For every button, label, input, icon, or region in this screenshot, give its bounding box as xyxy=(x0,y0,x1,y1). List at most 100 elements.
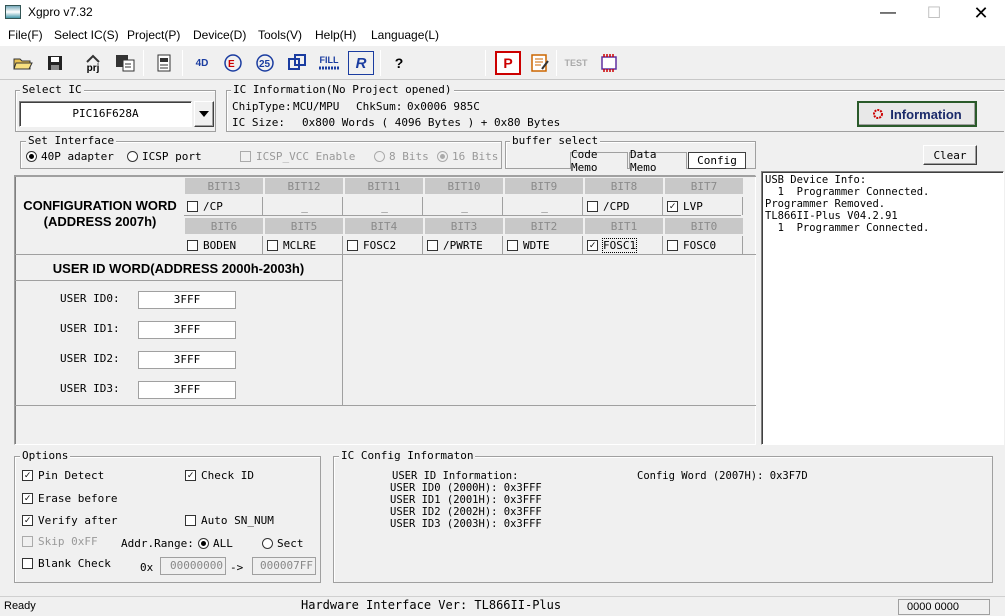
erase-icon[interactable]: E xyxy=(220,51,246,75)
bit-checkbox[interactable]: FOSC0 xyxy=(664,236,743,254)
bit-label: /CPD xyxy=(603,199,630,213)
bit-label: _ xyxy=(381,199,388,213)
log-panel[interactable]: USB Device Info: 1 Programmer Connected.… xyxy=(761,171,1004,445)
tab-code-memo[interactable]: Code Memo xyxy=(570,148,628,174)
menu-help[interactable]: Help(H) xyxy=(315,28,356,42)
row-divider xyxy=(184,215,741,216)
skip-ff-checkbox[interactable]: Skip 0xFF xyxy=(22,535,98,548)
test-label: TEST xyxy=(564,58,588,68)
all-radio[interactable]: ALL xyxy=(198,537,233,550)
skip-ff-label: Skip 0xFF xyxy=(38,535,98,548)
open-icon[interactable] xyxy=(10,51,36,75)
blank-check-checkbox[interactable]: Blank Check xyxy=(22,557,111,570)
bit-checkbox[interactable]: WDTE xyxy=(504,236,583,254)
bit-label: /CP xyxy=(203,199,223,213)
bit-label: _ xyxy=(301,199,308,213)
user-id0-input[interactable]: 3FFF xyxy=(138,291,236,309)
bit-checkbox[interactable]: BODEN xyxy=(184,236,263,254)
sect-radio[interactable]: Sect xyxy=(262,537,304,550)
ic-name-field[interactable]: PIC16F628A xyxy=(19,101,192,127)
pin-detect-label: Pin Detect xyxy=(38,469,105,482)
blank-check-icon[interactable] xyxy=(284,51,310,75)
maximize-button[interactable]: ☐ xyxy=(911,0,957,26)
fill-icon[interactable]: FILL xyxy=(316,51,342,75)
save-project-icon[interactable] xyxy=(112,51,138,75)
bit-unused: _ xyxy=(344,197,423,215)
bit-checkbox[interactable]: /CPD xyxy=(584,197,663,215)
project-icon[interactable]: prj xyxy=(80,51,106,75)
size-value: 0x800 Words ( 4096 Bytes ) + 0x80 Bytes xyxy=(302,116,561,129)
40p-adapter-label: 40P adapter xyxy=(41,150,114,163)
row-divider xyxy=(15,280,342,281)
edit-icon[interactable] xyxy=(527,51,553,75)
read-icon[interactable]: 4D xyxy=(189,51,215,75)
menu-tools[interactable]: Tools(V) xyxy=(258,28,302,42)
svg-text:E: E xyxy=(228,59,235,70)
checkbox-icon xyxy=(187,239,198,251)
icsp-vcc-checkbox[interactable]: ICSP_VCC Enable xyxy=(240,150,355,163)
bit-checkbox[interactable]: ✓ LVP xyxy=(664,197,743,215)
40p-adapter-radio[interactable]: 40P adapter xyxy=(26,150,114,163)
close-button[interactable]: ✕ xyxy=(958,0,1004,26)
radio-icon xyxy=(374,151,385,162)
user-id3-input[interactable]: 3FFF xyxy=(138,381,236,399)
auto-sn-checkbox[interactable]: Auto SN_NUM xyxy=(185,514,274,527)
ic-config-title: IC Config Informaton xyxy=(339,449,476,462)
bit-checkbox[interactable]: /CP xyxy=(184,197,263,215)
menu-select-ic[interactable]: Select IC(S) xyxy=(54,28,119,42)
bit-checkbox[interactable]: MCLRE xyxy=(264,236,343,254)
program-icon[interactable]: P xyxy=(495,51,521,75)
information-button[interactable]: Information xyxy=(857,101,977,127)
radio-icon xyxy=(437,151,448,162)
bit-checkbox[interactable]: ✓ FOSC1 xyxy=(584,236,663,254)
bit-header: BIT0 xyxy=(665,218,743,234)
minimize-button[interactable]: — xyxy=(865,0,911,26)
set-interface-title: Set Interface xyxy=(26,134,117,147)
menu-file[interactable]: File(F) xyxy=(8,28,43,42)
menu-project[interactable]: Project(P) xyxy=(127,28,180,42)
verify-after-checkbox[interactable]: ✓ Verify after xyxy=(22,514,117,527)
test-icon[interactable]: TEST xyxy=(563,51,589,75)
menu-device[interactable]: Device(D) xyxy=(193,28,246,42)
bit-label: FOSC1 xyxy=(601,237,638,253)
p-label: P xyxy=(503,55,513,71)
bit-checkbox[interactable]: FOSC2 xyxy=(344,236,423,254)
uid-info-header: USER ID Information: xyxy=(392,470,519,482)
tab-config[interactable]: Config xyxy=(688,152,746,169)
radio-icon xyxy=(26,151,37,162)
16-bits-radio[interactable]: 16 Bits xyxy=(437,150,498,163)
bit-header: BIT11 xyxy=(345,178,423,194)
save-icon[interactable] xyxy=(42,51,68,75)
run-icon[interactable]: R xyxy=(348,51,374,75)
erase-before-checkbox[interactable]: ✓ Erase before xyxy=(22,492,117,505)
16-bits-label: 16 Bits xyxy=(452,150,499,163)
icsp-port-radio[interactable]: ICSP port xyxy=(127,150,202,163)
checkbox-icon: ✓ xyxy=(667,200,678,212)
user-id1-input[interactable]: 3FFF xyxy=(138,321,236,339)
8-bits-label: 8 Bits xyxy=(389,150,429,163)
checkbox-icon: ✓ xyxy=(22,493,33,504)
bit-header: BIT4 xyxy=(345,218,423,234)
addr-to-input[interactable]: 000007FF xyxy=(252,557,316,575)
checkbox-icon: ✓ xyxy=(22,470,33,481)
pin-detect-checkbox[interactable]: ✓ Pin Detect xyxy=(22,469,104,482)
help-icon[interactable]: ? xyxy=(386,51,412,75)
fourd-label: 4D xyxy=(195,57,209,69)
toolbar-separator xyxy=(182,50,183,76)
bit-header: BIT12 xyxy=(265,178,343,194)
8-bits-radio[interactable]: 8 Bits xyxy=(374,150,429,163)
device-info-icon[interactable] xyxy=(151,51,177,75)
verify-icon[interactable]: 25 xyxy=(252,51,278,75)
checkbox-icon xyxy=(185,515,196,526)
user-id2-input[interactable]: 3FFF xyxy=(138,351,236,369)
checkbox-icon xyxy=(667,239,678,251)
menu-language[interactable]: Language(L) xyxy=(371,28,439,42)
ic-dropdown-button[interactable] xyxy=(194,101,214,127)
bit-checkbox[interactable]: /PWRTE xyxy=(424,236,503,254)
chip-icon[interactable] xyxy=(596,51,622,75)
chevron-down-icon xyxy=(199,111,209,117)
clear-button[interactable]: Clear xyxy=(923,145,977,165)
check-id-checkbox[interactable]: ✓ Check ID xyxy=(185,469,254,482)
addr-from-input[interactable]: 00000000 xyxy=(160,557,226,575)
tab-data-memo[interactable]: Data Memo xyxy=(629,148,687,174)
